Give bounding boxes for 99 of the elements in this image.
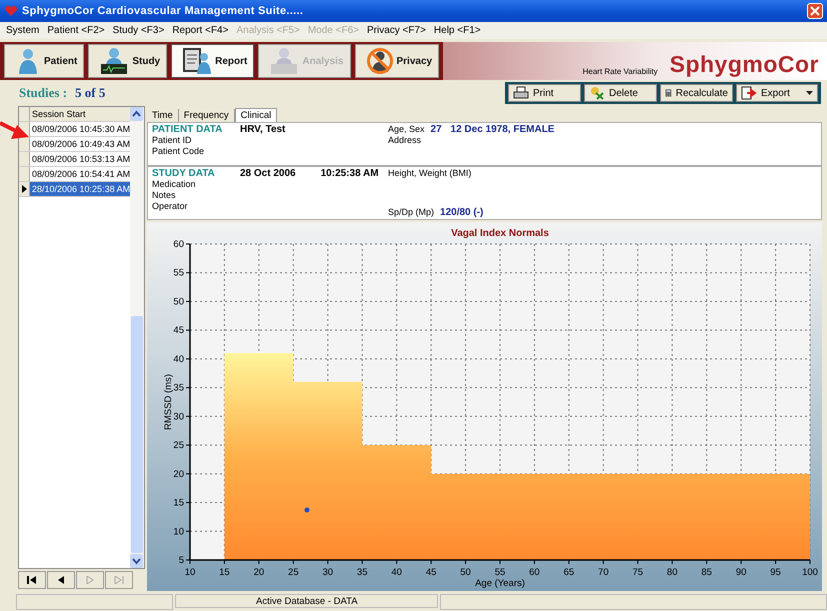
study-time: 10:25:38 AM xyxy=(320,168,379,181)
y-axis-label: RMSSD (ms) xyxy=(163,374,174,430)
skip-last-icon xyxy=(114,576,124,584)
column-header[interactable]: Session Start xyxy=(30,107,130,121)
y-tick-label: 25 xyxy=(173,440,184,452)
field-label: Operator xyxy=(152,201,189,212)
section-heading: PATIENT DATA xyxy=(152,124,224,135)
patient-name: HRV, Test xyxy=(240,124,286,135)
dropdown-arrow-icon[interactable] xyxy=(806,91,813,95)
y-tick-label: 55 xyxy=(173,268,184,279)
x-tick-label: 35 xyxy=(356,567,368,578)
previous-icon xyxy=(57,576,65,584)
row-header xyxy=(19,107,30,121)
y-tick-label: 50 xyxy=(173,296,184,308)
delete-icon xyxy=(589,86,605,100)
x-tick-label: 30 xyxy=(322,567,334,578)
x-tick-label: 15 xyxy=(219,567,230,578)
session-row[interactable]: 08/09/2006 10:53:13 AM xyxy=(30,152,130,166)
x-tick-label: 90 xyxy=(736,567,746,578)
studies-count: 5 of 5 xyxy=(75,85,106,101)
x-axis-label: Age (Years) xyxy=(475,578,525,589)
field-label: Patient Code xyxy=(152,146,206,157)
chart-title: Vagal Index Normals xyxy=(451,228,549,239)
menu-item[interactable]: System xyxy=(6,25,40,36)
person-monitor-icon xyxy=(99,47,130,75)
scroll-down-button[interactable] xyxy=(130,554,144,568)
menu-item[interactable]: Study <F3> xyxy=(112,25,164,36)
session-row[interactable]: 08/09/2006 10:54:41 AM xyxy=(30,167,130,181)
next-icon xyxy=(86,576,94,584)
no-entry-person-icon xyxy=(366,47,394,75)
action-button[interactable]: Delete xyxy=(584,84,657,102)
toolbar-button[interactable]: Privacy xyxy=(354,44,440,78)
y-tick-label: 40 xyxy=(173,354,184,365)
x-tick-label: 70 xyxy=(598,567,609,578)
field-label: Notes xyxy=(152,190,177,201)
x-tick-label: 10 xyxy=(184,567,196,578)
heart-icon xyxy=(4,5,18,17)
x-tick-label: 40 xyxy=(391,567,402,578)
toolbar-button[interactable]: Study xyxy=(88,44,168,78)
window-title: SphygmoCor Cardiovascular Management Suite..... xyxy=(22,5,304,17)
action-button[interactable]: Recalculate xyxy=(660,84,733,102)
session-row[interactable]: 08/09/2006 10:49:43 AM xyxy=(30,137,130,151)
navigator-button[interactable] xyxy=(18,571,46,589)
status-text: Active Database - DATA xyxy=(175,594,438,608)
age-value: 27 xyxy=(430,124,443,135)
blood-pressure-value: 120/80 (-) xyxy=(440,207,484,218)
scroll-up-button[interactable] xyxy=(130,107,144,121)
patient-marker xyxy=(304,508,310,512)
field-label: Age, Sex xyxy=(388,124,425,135)
document-arrow-icon xyxy=(741,86,757,100)
action-button[interactable]: Export xyxy=(736,84,818,102)
x-tick-label: 45 xyxy=(426,567,436,578)
x-tick-label: 60 xyxy=(529,567,540,578)
x-tick-label: 50 xyxy=(460,567,471,578)
close-button[interactable] xyxy=(807,3,823,19)
action-button[interactable]: Print xyxy=(508,84,581,102)
x-tick-label: 80 xyxy=(666,567,678,578)
birth-sex-value: 12 Dec 1978, FEMALE xyxy=(450,124,554,135)
x-tick-label: 20 xyxy=(254,567,264,578)
menu-item[interactable]: Patient <F2> xyxy=(47,25,105,36)
field-label: Sp/Dp (Mp) xyxy=(388,207,434,218)
x-tick-label: 100 xyxy=(802,567,818,578)
menu-item[interactable]: Report <F4> xyxy=(172,25,228,36)
y-tick-label: 30 xyxy=(173,411,184,422)
x-tick-label: 55 xyxy=(494,567,506,578)
x-tick-label: 65 xyxy=(564,567,574,578)
menu-item[interactable]: Help <F1> xyxy=(434,25,481,36)
section-heading: STUDY DATA xyxy=(152,168,216,179)
x-tick-label: 95 xyxy=(770,567,781,578)
y-tick-label: 20 xyxy=(173,468,184,480)
y-tick-label: 5 xyxy=(178,555,184,566)
skip-first-icon xyxy=(27,576,37,584)
y-tick-label: 60 xyxy=(173,239,184,250)
navigator-button[interactable] xyxy=(47,571,75,589)
field-label: Patient ID xyxy=(152,135,193,146)
y-tick-label: 10 xyxy=(173,526,184,538)
product-subtitle: Heart Rate Variability xyxy=(582,67,658,76)
logo-text: SphygmoCor xyxy=(670,50,819,78)
x-tick-label: 85 xyxy=(701,567,712,578)
printer-icon xyxy=(513,86,529,100)
session-row[interactable]: 28/10/2006 10:25:38 AM xyxy=(30,182,130,196)
menu-item[interactable]: Privacy <F7> xyxy=(367,25,426,36)
session-row[interactable]: 08/09/2006 10:45:30 AM xyxy=(30,122,130,136)
toolbar-button[interactable]: Patient xyxy=(4,44,84,78)
document-person-icon xyxy=(182,47,212,75)
study-date: 28 Oct 2006 xyxy=(240,168,296,181)
field-label: Address xyxy=(388,135,422,146)
toolbar-button[interactable]: Report xyxy=(171,44,254,78)
x-tick-label: 75 xyxy=(632,567,644,578)
person-monitor-icon xyxy=(269,47,300,75)
scroll-thumb[interactable] xyxy=(131,316,143,553)
field-label: Height, Weight (BMI) xyxy=(388,168,472,179)
y-tick-label: 45 xyxy=(173,325,184,336)
tab[interactable]: Clinical xyxy=(234,108,278,122)
y-tick-label: 15 xyxy=(173,498,184,509)
y-tick-label: 35 xyxy=(173,382,184,394)
field-label: Medication xyxy=(152,179,197,190)
studies-label: Studies : xyxy=(19,85,68,101)
x-tick-label: 25 xyxy=(288,567,299,578)
